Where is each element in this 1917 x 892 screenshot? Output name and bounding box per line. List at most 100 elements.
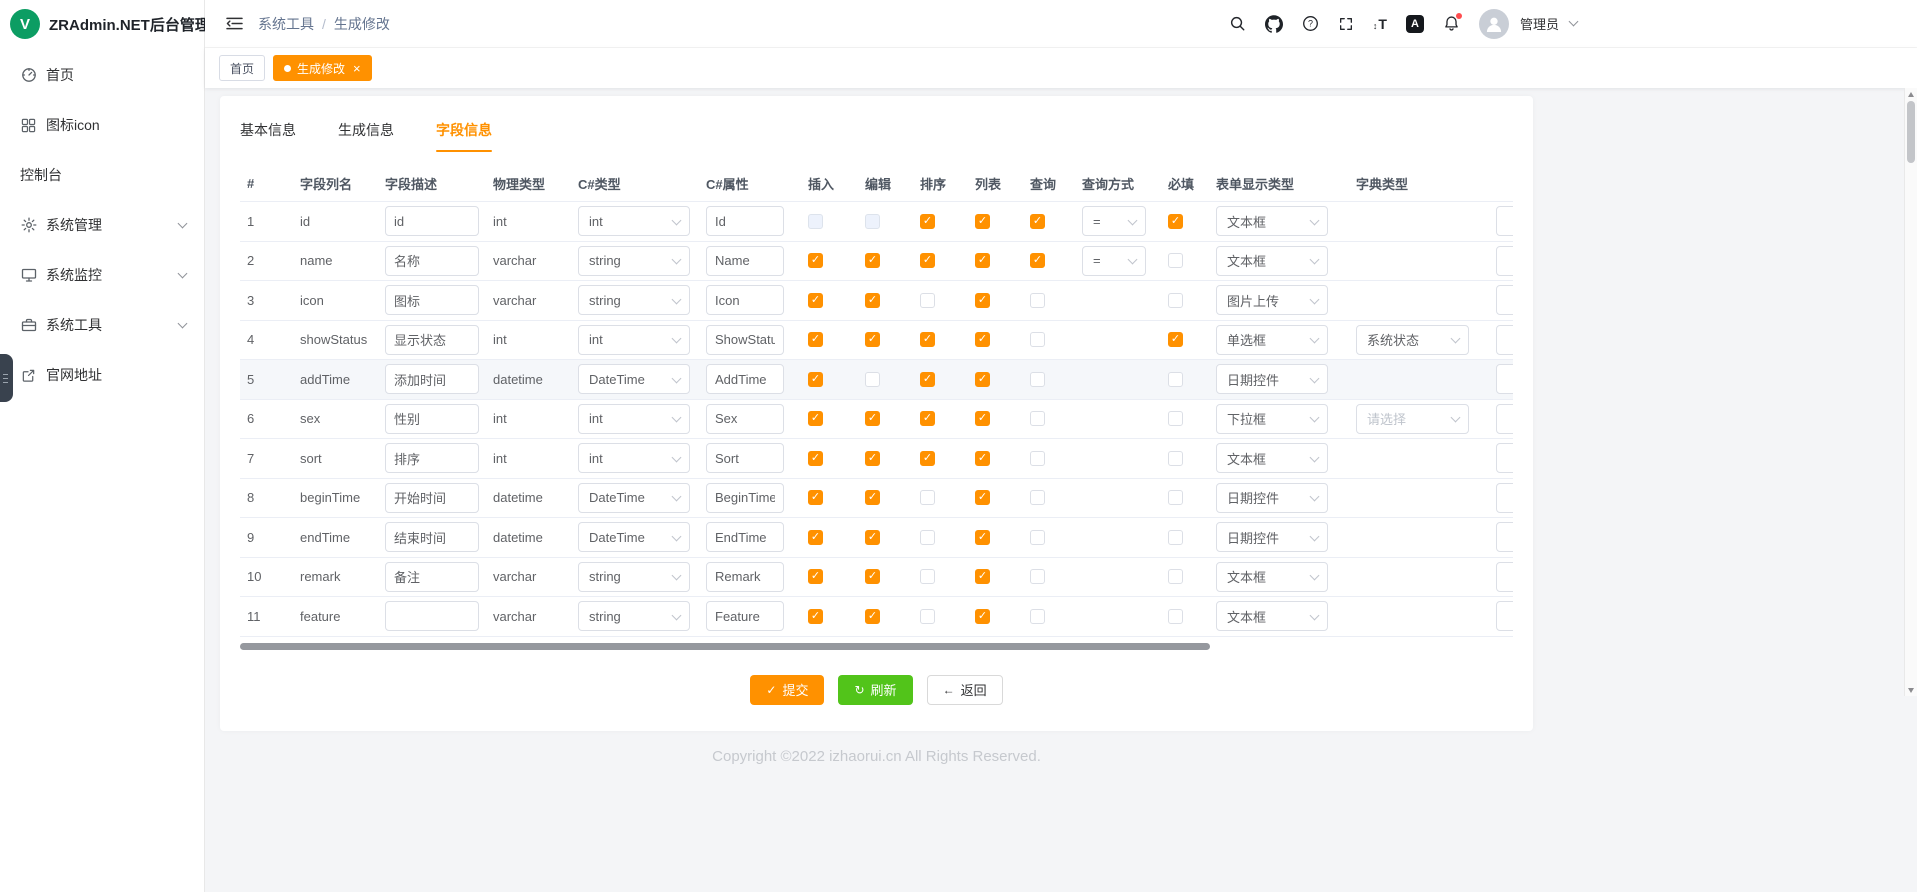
edit-checkbox[interactable]: ✓ xyxy=(865,253,880,268)
query-checkbox[interactable] xyxy=(1030,293,1045,308)
csharp-attr-input[interactable] xyxy=(706,285,784,315)
sort-checkbox[interactable]: ✓ xyxy=(920,253,935,268)
sidebar-item-system-tools[interactable]: 系统工具 xyxy=(0,300,204,350)
list-checkbox[interactable]: ✓ xyxy=(975,451,990,466)
required-checkbox[interactable] xyxy=(1168,293,1183,308)
sort-checkbox[interactable] xyxy=(920,609,935,624)
csharp-type-select[interactable]: int xyxy=(578,443,690,473)
csharp-type-select[interactable]: int xyxy=(578,206,690,236)
required-checkbox[interactable] xyxy=(1168,569,1183,584)
sort-checkbox[interactable] xyxy=(920,490,935,505)
description-input[interactable] xyxy=(385,325,479,355)
list-checkbox[interactable]: ✓ xyxy=(975,569,990,584)
sidebar-item-system-manage[interactable]: 系统管理 xyxy=(0,200,204,250)
description-input[interactable] xyxy=(385,443,479,473)
list-checkbox[interactable]: ✓ xyxy=(975,372,990,387)
csharp-attr-input[interactable] xyxy=(706,246,784,276)
description-input[interactable] xyxy=(385,206,479,236)
back-button[interactable]: ← 返回 xyxy=(927,675,1003,705)
tab-field-info[interactable]: 字段信息 xyxy=(436,120,492,152)
tab-gen-info[interactable]: 生成信息 xyxy=(338,120,394,152)
extra-input[interactable] xyxy=(1496,522,1513,552)
description-input[interactable] xyxy=(385,601,479,631)
csharp-type-select[interactable]: int xyxy=(578,325,690,355)
extra-input[interactable] xyxy=(1496,601,1513,631)
insert-checkbox[interactable]: ✓ xyxy=(808,451,823,466)
query-mode-select[interactable]: = xyxy=(1082,206,1146,236)
csharp-type-select[interactable]: int xyxy=(578,404,690,434)
list-checkbox[interactable]: ✓ xyxy=(975,490,990,505)
extra-input[interactable] xyxy=(1496,364,1513,394)
scrollbar-thumb[interactable] xyxy=(1907,101,1915,163)
sidebar-item-official-site[interactable]: 官网地址 xyxy=(0,350,204,400)
list-checkbox[interactable]: ✓ xyxy=(975,530,990,545)
vertical-scrollbar[interactable] xyxy=(1904,88,1917,696)
edit-checkbox[interactable]: ✓ xyxy=(865,490,880,505)
description-input[interactable] xyxy=(385,364,479,394)
edit-checkbox[interactable]: ✓ xyxy=(865,609,880,624)
chevron-down-icon[interactable] xyxy=(1569,17,1579,27)
sidebar-item-console[interactable]: 控制台 xyxy=(0,150,204,200)
extra-input[interactable] xyxy=(1496,404,1513,434)
insert-checkbox[interactable] xyxy=(808,214,823,229)
insert-checkbox[interactable]: ✓ xyxy=(808,530,823,545)
query-checkbox[interactable] xyxy=(1030,569,1045,584)
query-checkbox[interactable] xyxy=(1030,490,1045,505)
edit-checkbox[interactable]: ✓ xyxy=(865,530,880,545)
description-input[interactable] xyxy=(385,562,479,592)
insert-checkbox[interactable]: ✓ xyxy=(808,569,823,584)
tag-home[interactable]: 首页 xyxy=(219,55,265,81)
csharp-type-select[interactable]: DateTime xyxy=(578,483,690,513)
list-checkbox[interactable]: ✓ xyxy=(975,293,990,308)
query-mode-select[interactable]: = xyxy=(1082,246,1146,276)
list-checkbox[interactable]: ✓ xyxy=(975,411,990,426)
fullscreen-icon[interactable] xyxy=(1338,16,1354,32)
list-checkbox[interactable]: ✓ xyxy=(975,609,990,624)
required-checkbox[interactable] xyxy=(1168,490,1183,505)
edit-checkbox[interactable] xyxy=(865,214,880,229)
csharp-type-select[interactable]: DateTime xyxy=(578,522,690,552)
csharp-type-select[interactable]: string xyxy=(578,601,690,631)
required-checkbox[interactable] xyxy=(1168,253,1183,268)
csharp-attr-input[interactable] xyxy=(706,483,784,513)
required-checkbox[interactable] xyxy=(1168,530,1183,545)
insert-checkbox[interactable]: ✓ xyxy=(808,372,823,387)
scroll-down-arrow[interactable] xyxy=(1905,684,1917,696)
scrollbar-thumb[interactable] xyxy=(240,643,1210,650)
insert-checkbox[interactable]: ✓ xyxy=(808,253,823,268)
user-name[interactable]: 管理员 xyxy=(1520,14,1559,33)
required-checkbox[interactable]: ✓ xyxy=(1168,332,1183,347)
query-checkbox[interactable] xyxy=(1030,451,1045,466)
list-checkbox[interactable]: ✓ xyxy=(975,214,990,229)
description-input[interactable] xyxy=(385,522,479,552)
extra-input[interactable] xyxy=(1496,483,1513,513)
sidebar-collapse-icon[interactable] xyxy=(225,16,244,31)
sort-checkbox[interactable]: ✓ xyxy=(920,332,935,347)
required-checkbox[interactable]: ✓ xyxy=(1168,214,1183,229)
horizontal-scrollbar[interactable] xyxy=(240,643,1513,651)
help-icon[interactable]: ? xyxy=(1302,15,1319,32)
extra-input[interactable] xyxy=(1496,206,1513,236)
csharp-type-select[interactable]: string xyxy=(578,285,690,315)
csharp-attr-input[interactable] xyxy=(706,325,784,355)
insert-checkbox[interactable]: ✓ xyxy=(808,411,823,426)
sort-checkbox[interactable] xyxy=(920,293,935,308)
dict-type-select[interactable]: 系统状态 xyxy=(1356,325,1469,355)
query-checkbox[interactable]: ✓ xyxy=(1030,214,1045,229)
required-checkbox[interactable] xyxy=(1168,609,1183,624)
display-type-select[interactable]: 图片上传 xyxy=(1216,285,1328,315)
display-type-select[interactable]: 日期控件 xyxy=(1216,364,1328,394)
sort-checkbox[interactable]: ✓ xyxy=(920,411,935,426)
description-input[interactable] xyxy=(385,285,479,315)
language-icon[interactable]: A xyxy=(1406,15,1424,33)
insert-checkbox[interactable]: ✓ xyxy=(808,332,823,347)
insert-checkbox[interactable]: ✓ xyxy=(808,293,823,308)
sort-checkbox[interactable]: ✓ xyxy=(920,214,935,229)
csharp-attr-input[interactable] xyxy=(706,522,784,552)
theme-drawer-handle[interactable] xyxy=(0,354,13,402)
edit-checkbox[interactable]: ✓ xyxy=(865,451,880,466)
description-input[interactable] xyxy=(385,404,479,434)
sort-checkbox[interactable]: ✓ xyxy=(920,451,935,466)
edit-checkbox[interactable]: ✓ xyxy=(865,411,880,426)
edit-checkbox[interactable] xyxy=(865,372,880,387)
